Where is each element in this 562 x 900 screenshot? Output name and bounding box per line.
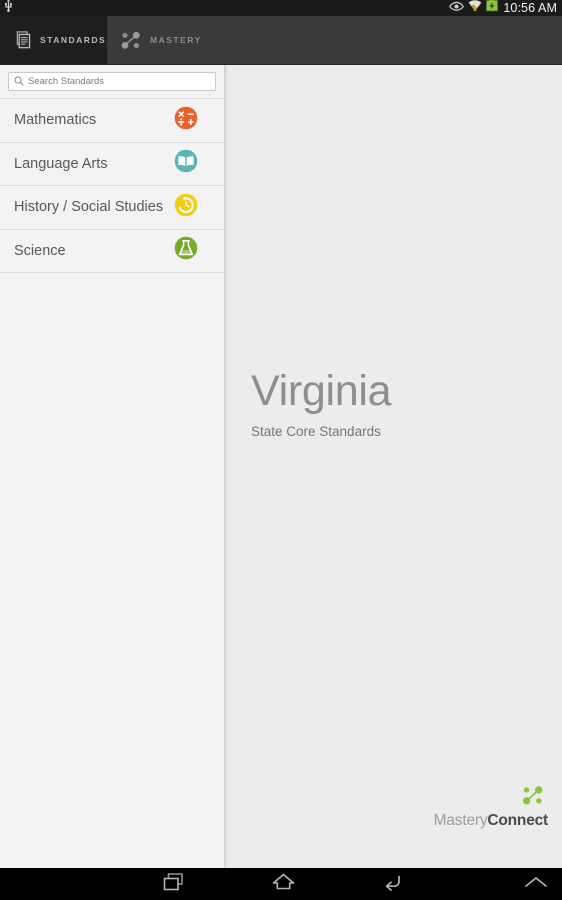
brand-icon-row bbox=[434, 785, 548, 811]
brand-connect-text: Connect bbox=[487, 812, 548, 829]
subject-label: Mathematics bbox=[14, 112, 97, 129]
subject-list: Mathematics Language Arts History / Soci… bbox=[0, 98, 224, 273]
tab-bar: STANDARDS MASTERY bbox=[0, 16, 562, 65]
search-container bbox=[0, 65, 224, 98]
status-clock: 10:56 AM bbox=[503, 1, 557, 15]
history-clock-icon bbox=[174, 193, 198, 222]
recents-button[interactable] bbox=[118, 868, 228, 900]
flask-icon bbox=[174, 236, 198, 265]
status-bar-right: 10:56 AM bbox=[449, 0, 557, 17]
math-operators-icon bbox=[174, 106, 198, 135]
battery-icon bbox=[486, 0, 499, 17]
status-bar: 10:56 AM bbox=[0, 0, 562, 16]
state-heading-block: Virginia State Core Standards bbox=[251, 367, 551, 440]
search-input[interactable] bbox=[28, 73, 210, 90]
masteryconnect-logo: MasteryConnect bbox=[434, 785, 548, 830]
documents-icon bbox=[14, 31, 31, 49]
search-box[interactable] bbox=[8, 72, 216, 91]
brand-mastery-text: Mastery bbox=[433, 812, 488, 829]
subject-item-mathematics[interactable]: Mathematics bbox=[0, 99, 224, 143]
subject-label: History / Social Studies bbox=[14, 199, 164, 216]
subject-item-science[interactable]: Science bbox=[0, 229, 224, 273]
subject-item-language-arts[interactable]: Language Arts bbox=[0, 142, 224, 186]
recents-icon bbox=[162, 872, 185, 897]
app-screen: 10:56 AM STANDARDS MASTERY Search Standa… bbox=[0, 0, 562, 900]
wifi-icon bbox=[468, 0, 482, 17]
brand-wordmark: MasteryConnect bbox=[433, 812, 549, 830]
search-icon bbox=[14, 73, 24, 91]
status-bar-left bbox=[4, 0, 13, 17]
subject-label: Science bbox=[14, 242, 66, 259]
home-icon bbox=[271, 872, 296, 897]
android-nav-bar bbox=[0, 868, 562, 900]
standards-sidebar: Mathematics bbox=[0, 65, 225, 868]
tab-mastery-label: MASTERY bbox=[150, 35, 202, 45]
network-nodes-icon bbox=[121, 31, 141, 50]
subject-label: Language Arts bbox=[14, 155, 108, 172]
main-panel: Virginia State Core Standards MasteryCon… bbox=[225, 65, 562, 868]
network-nodes-icon bbox=[522, 785, 544, 811]
chevron-up-icon bbox=[523, 874, 549, 895]
expand-button[interactable] bbox=[516, 868, 556, 900]
open-book-icon bbox=[174, 149, 198, 178]
state-subtitle: State Core Standards bbox=[251, 424, 381, 439]
back-button[interactable] bbox=[338, 868, 448, 900]
content-area: Mathematics bbox=[0, 65, 562, 868]
state-name: Virginia bbox=[251, 367, 392, 415]
eye-icon bbox=[449, 0, 465, 17]
back-arrow-icon bbox=[381, 872, 406, 897]
subject-item-history-social-studies[interactable]: History / Social Studies bbox=[0, 186, 224, 230]
home-button[interactable] bbox=[228, 868, 338, 900]
usb-icon bbox=[4, 0, 13, 17]
tab-standards[interactable]: STANDARDS bbox=[0, 16, 107, 64]
tab-mastery[interactable]: MASTERY bbox=[107, 16, 227, 64]
tab-standards-label: STANDARDS bbox=[40, 35, 107, 45]
